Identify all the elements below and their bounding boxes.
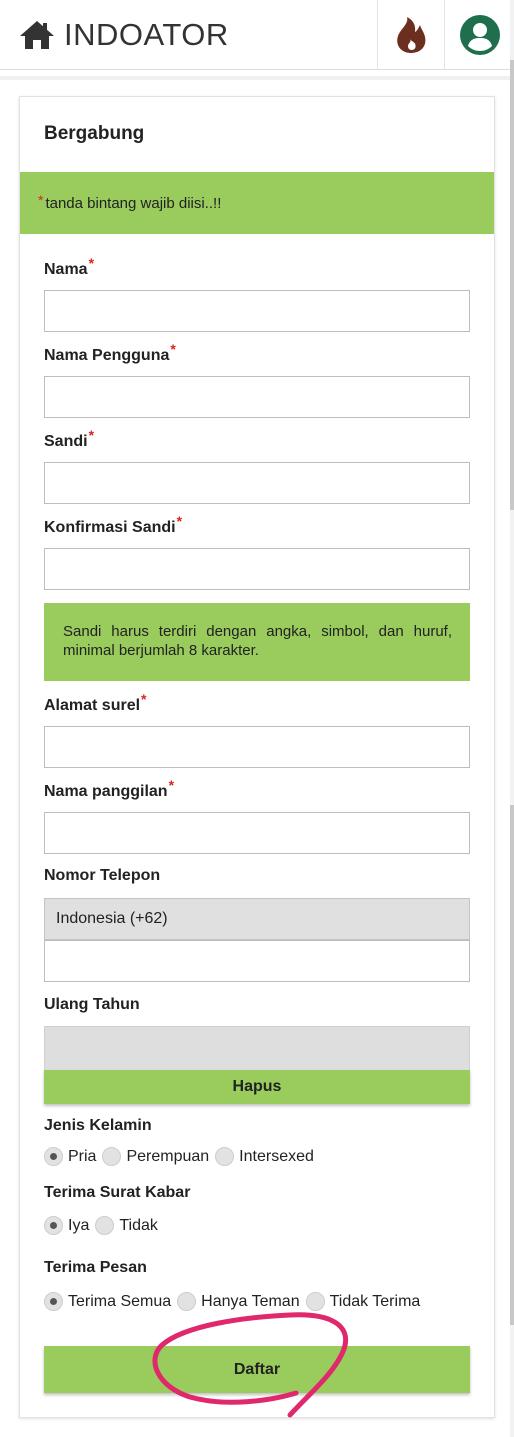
messages-label: Terima Pesan	[44, 1259, 147, 1276]
required-star: *	[168, 777, 175, 793]
required-notice: * tanda bintang wajib diisi..!!	[20, 172, 494, 234]
gender-option-intersexed[interactable]: Intersexed	[215, 1147, 314, 1166]
gender-option-perempuan[interactable]: Perempuan	[102, 1147, 209, 1166]
name-label: Nama*	[44, 255, 94, 279]
email-label: Alamat surel*	[44, 691, 147, 715]
option-label: Tidak	[119, 1216, 158, 1234]
brand-name: INDOATOR	[64, 17, 229, 52]
registration-card: Bergabung * tanda bintang wajib diisi..!…	[19, 96, 495, 1418]
username-input[interactable]	[44, 376, 470, 418]
country-code-select[interactable]: Indonesia (+62)	[44, 898, 470, 940]
option-label: Pria	[68, 1147, 97, 1165]
confirm-password-input[interactable]	[44, 548, 470, 590]
radio-button[interactable]	[44, 1292, 63, 1311]
required-star: *	[141, 691, 147, 707]
radio-button[interactable]	[177, 1292, 197, 1311]
confirm-password-label: Konfirmasi Sandi*	[44, 513, 182, 537]
radio-button[interactable]	[215, 1147, 235, 1166]
nickname-input[interactable]	[44, 812, 470, 854]
newsletter-option-tidak[interactable]: Tidak	[95, 1216, 158, 1235]
radio-button[interactable]	[102, 1147, 122, 1166]
confirm-password-label-text: Konfirmasi Sandi	[44, 519, 176, 536]
messages-options: Terima Semua Hanya Teman Tidak Terima	[44, 1292, 420, 1311]
gender-options: Pria Perempuan Intersexed	[44, 1147, 314, 1166]
user-circle-icon	[459, 15, 500, 55]
header-divider	[0, 76, 514, 80]
required-star: *	[88, 255, 95, 271]
birthday-label: Ulang Tahun	[44, 996, 140, 1013]
messages-option-friends[interactable]: Hanya Teman	[177, 1292, 300, 1311]
scrollbar-thumb-lower[interactable]	[510, 805, 514, 1325]
top-bar: INDOATOR	[0, 0, 514, 70]
messages-option-none[interactable]: Tidak Terima	[305, 1292, 421, 1311]
option-label: Intersexed	[239, 1147, 314, 1165]
option-label: Perempuan	[126, 1147, 210, 1165]
password-hint: Sandi harus terdiri dengan angka, simbol…	[44, 603, 470, 681]
password-label-text: Sandi	[44, 433, 88, 450]
register-button[interactable]: Daftar	[44, 1346, 470, 1393]
password-label: Sandi*	[44, 427, 94, 451]
required-notice-text: tanda bintang wajib diisi..!!	[45, 194, 222, 212]
required-star: *	[170, 341, 176, 357]
name-label-text: Nama	[44, 261, 88, 278]
gender-option-pria[interactable]: Pria	[44, 1147, 96, 1166]
gender-label: Jenis Kelamin	[44, 1117, 152, 1134]
option-label: Terima Semua	[68, 1292, 172, 1310]
nickname-label: Nama panggilan*	[44, 777, 174, 801]
newsletter-options: Iya Tidak	[44, 1216, 158, 1235]
fire-icon	[396, 17, 425, 53]
radio-button[interactable]	[44, 1216, 63, 1235]
newsletter-option-iya[interactable]: Iya	[44, 1216, 89, 1235]
radio-button[interactable]	[95, 1216, 115, 1235]
radio-button[interactable]	[305, 1292, 325, 1311]
username-label: Nama Pengguna*	[44, 341, 176, 365]
option-label: Tidak Terima	[329, 1292, 421, 1310]
brand-link[interactable]: INDOATOR	[18, 14, 229, 56]
name-input[interactable]	[44, 290, 470, 332]
required-star: *	[38, 192, 44, 208]
nickname-label-text: Nama panggilan	[44, 783, 168, 800]
home-icon	[20, 21, 54, 49]
birthday-picker[interactable]	[44, 1026, 470, 1071]
trending-button[interactable]	[377, 0, 443, 70]
profile-button[interactable]	[444, 0, 514, 70]
required-star: *	[88, 427, 95, 443]
scrollbar-thumb[interactable]	[510, 60, 514, 510]
phone-label: Nomor Telepon	[44, 867, 161, 884]
password-input[interactable]	[44, 462, 470, 504]
username-label-text: Nama Pengguna	[44, 347, 170, 364]
newsletter-label: Terima Surat Kabar	[44, 1184, 191, 1201]
radio-button[interactable]	[44, 1147, 63, 1166]
clear-birthday-button[interactable]: Hapus	[44, 1070, 470, 1104]
messages-option-all[interactable]: Terima Semua	[44, 1292, 171, 1311]
page-title: Bergabung	[44, 123, 145, 144]
phone-input[interactable]	[44, 940, 470, 982]
required-star: *	[176, 513, 183, 529]
email-input[interactable]	[44, 726, 470, 768]
email-label-text: Alamat surel	[44, 697, 141, 714]
option-label: Hanya Teman	[201, 1292, 300, 1310]
option-label: Iya	[68, 1216, 90, 1234]
